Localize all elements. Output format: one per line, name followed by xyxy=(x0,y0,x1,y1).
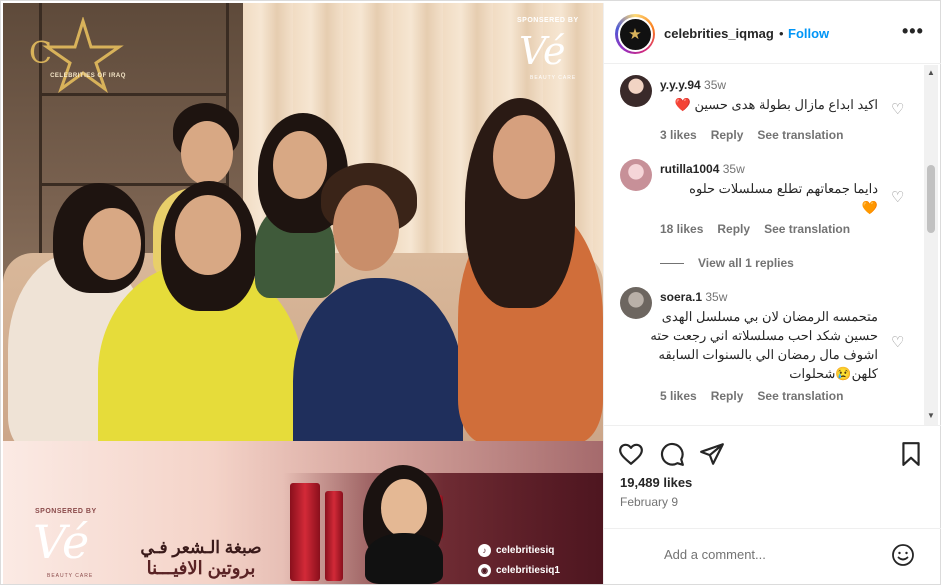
comment-time: 35w xyxy=(705,290,728,304)
more-options-icon[interactable]: ••• xyxy=(902,21,924,42)
comments-scrollbar[interactable]: ▲ ▼ xyxy=(924,65,938,425)
reply-button[interactable]: Reply xyxy=(717,222,750,236)
scroll-up-arrow-icon[interactable]: ▲ xyxy=(926,68,936,77)
brand-logo-top: Vé xyxy=(519,29,566,73)
snapchat-icon: ◉ xyxy=(478,564,491,577)
tiktok-icon: ♪ xyxy=(478,544,491,557)
post-side-panel: ★ celebrities_iqmag • Follow ••• y.y.y.9… xyxy=(603,3,941,584)
comment-icon[interactable] xyxy=(659,441,685,467)
separator-dot: • xyxy=(779,26,784,41)
sponsor-label-top: SPONSERED BY xyxy=(517,17,579,24)
sponsor-label-bottom: SPONSERED BY xyxy=(35,508,97,515)
scroll-down-arrow-icon[interactable]: ▼ xyxy=(926,411,936,420)
comment-item: rutilla1004 35w دايما جمعاتهم تطلع مسلسل… xyxy=(604,157,924,270)
comment-item: y.y.y.94 35w اكيد ابداع مازال بطولة هدى … xyxy=(604,73,924,143)
comment-item: soera.1 35w متحمسه الرمضان لان بي مسلسل … xyxy=(604,285,924,415)
commenter-username[interactable]: y.y.y.94 xyxy=(660,78,701,92)
svg-text:C: C xyxy=(29,36,52,71)
commenter-username[interactable]: soera.1 xyxy=(660,290,702,304)
reply-button[interactable]: Reply xyxy=(711,128,744,142)
like-heart-icon[interactable] xyxy=(618,441,644,467)
ad-headline: صبغة الـشعر فـي بروتين الافيـــنا xyxy=(140,538,262,578)
brand-logo-bottom: Vé xyxy=(33,515,90,569)
like-comment-heart-icon[interactable]: ♡ xyxy=(891,188,904,206)
scroll-thumb[interactable] xyxy=(927,165,935,233)
likes-count[interactable]: 19,489 likes xyxy=(620,475,692,490)
comment-time: 35w xyxy=(722,162,745,176)
account-avatar[interactable]: ★ xyxy=(615,14,655,54)
comments-list[interactable]: y.y.y.94 35w اكيد ابداع مازال بطولة هدى … xyxy=(604,65,941,425)
follow-button[interactable]: Follow xyxy=(788,26,829,41)
see-translation-button[interactable]: See translation xyxy=(757,128,843,142)
reply-button[interactable]: Reply xyxy=(711,389,744,403)
post-dialog: C CELEBRITIES OF IRAQ SPONSERED BY Vé BE… xyxy=(0,0,941,585)
add-comment-bar xyxy=(604,528,941,584)
comment-input[interactable] xyxy=(664,547,894,562)
commenter-username[interactable]: rutilla1004 xyxy=(660,162,719,176)
post-image[interactable]: C CELEBRITIES OF IRAQ SPONSERED BY Vé BE… xyxy=(3,3,603,584)
comment-text: دايما جمعاتهم تطلع مسلسلات حلوه 🧡 xyxy=(689,181,878,215)
product-tube xyxy=(290,483,320,581)
beauty-care-top: BEAUTY CARE xyxy=(530,75,577,81)
share-icon[interactable] xyxy=(699,441,725,467)
beauty-care-bottom: BEAUTY CARE xyxy=(47,573,94,579)
comment-likes[interactable]: 18 likes xyxy=(660,222,703,236)
celebrities-logo-icon: C xyxy=(29,17,124,93)
logo-text: CELEBRITIES OF IRAQ xyxy=(50,73,126,79)
account-username[interactable]: celebrities_iqmag xyxy=(664,26,774,41)
post-date: February 9 xyxy=(620,495,679,509)
like-comment-heart-icon[interactable]: ♡ xyxy=(891,100,904,118)
view-replies-button[interactable]: View all 1 replies xyxy=(660,256,794,270)
save-bookmark-icon[interactable] xyxy=(898,441,924,467)
snapchat-handle: ◉ celebritiesiq1 xyxy=(478,564,560,577)
emoji-smiley-icon[interactable] xyxy=(891,543,915,567)
see-translation-button[interactable]: See translation xyxy=(764,222,850,236)
post-actions: 19,489 likes February 9 xyxy=(604,425,941,535)
comment-text: اكيد ابداع مازال بطولة هدى حسين ❤️ xyxy=(674,97,878,112)
tiktok-handle: ♪ celebritiesiq xyxy=(478,544,554,557)
star-logo-icon: ★ xyxy=(617,16,653,52)
see-translation-button[interactable]: See translation xyxy=(757,389,843,403)
comment-likes[interactable]: 5 likes xyxy=(660,389,697,403)
product-tube xyxy=(325,491,343,581)
post-header: ★ celebrities_iqmag • Follow ••• xyxy=(604,3,941,64)
like-comment-heart-icon[interactable]: ♡ xyxy=(891,333,904,351)
comment-text: متحمسه الرمضان لان بي مسلسل الهدى حسين ش… xyxy=(650,309,878,381)
comment-likes[interactable]: 3 likes xyxy=(660,128,697,142)
comment-time: 35w xyxy=(704,78,727,92)
